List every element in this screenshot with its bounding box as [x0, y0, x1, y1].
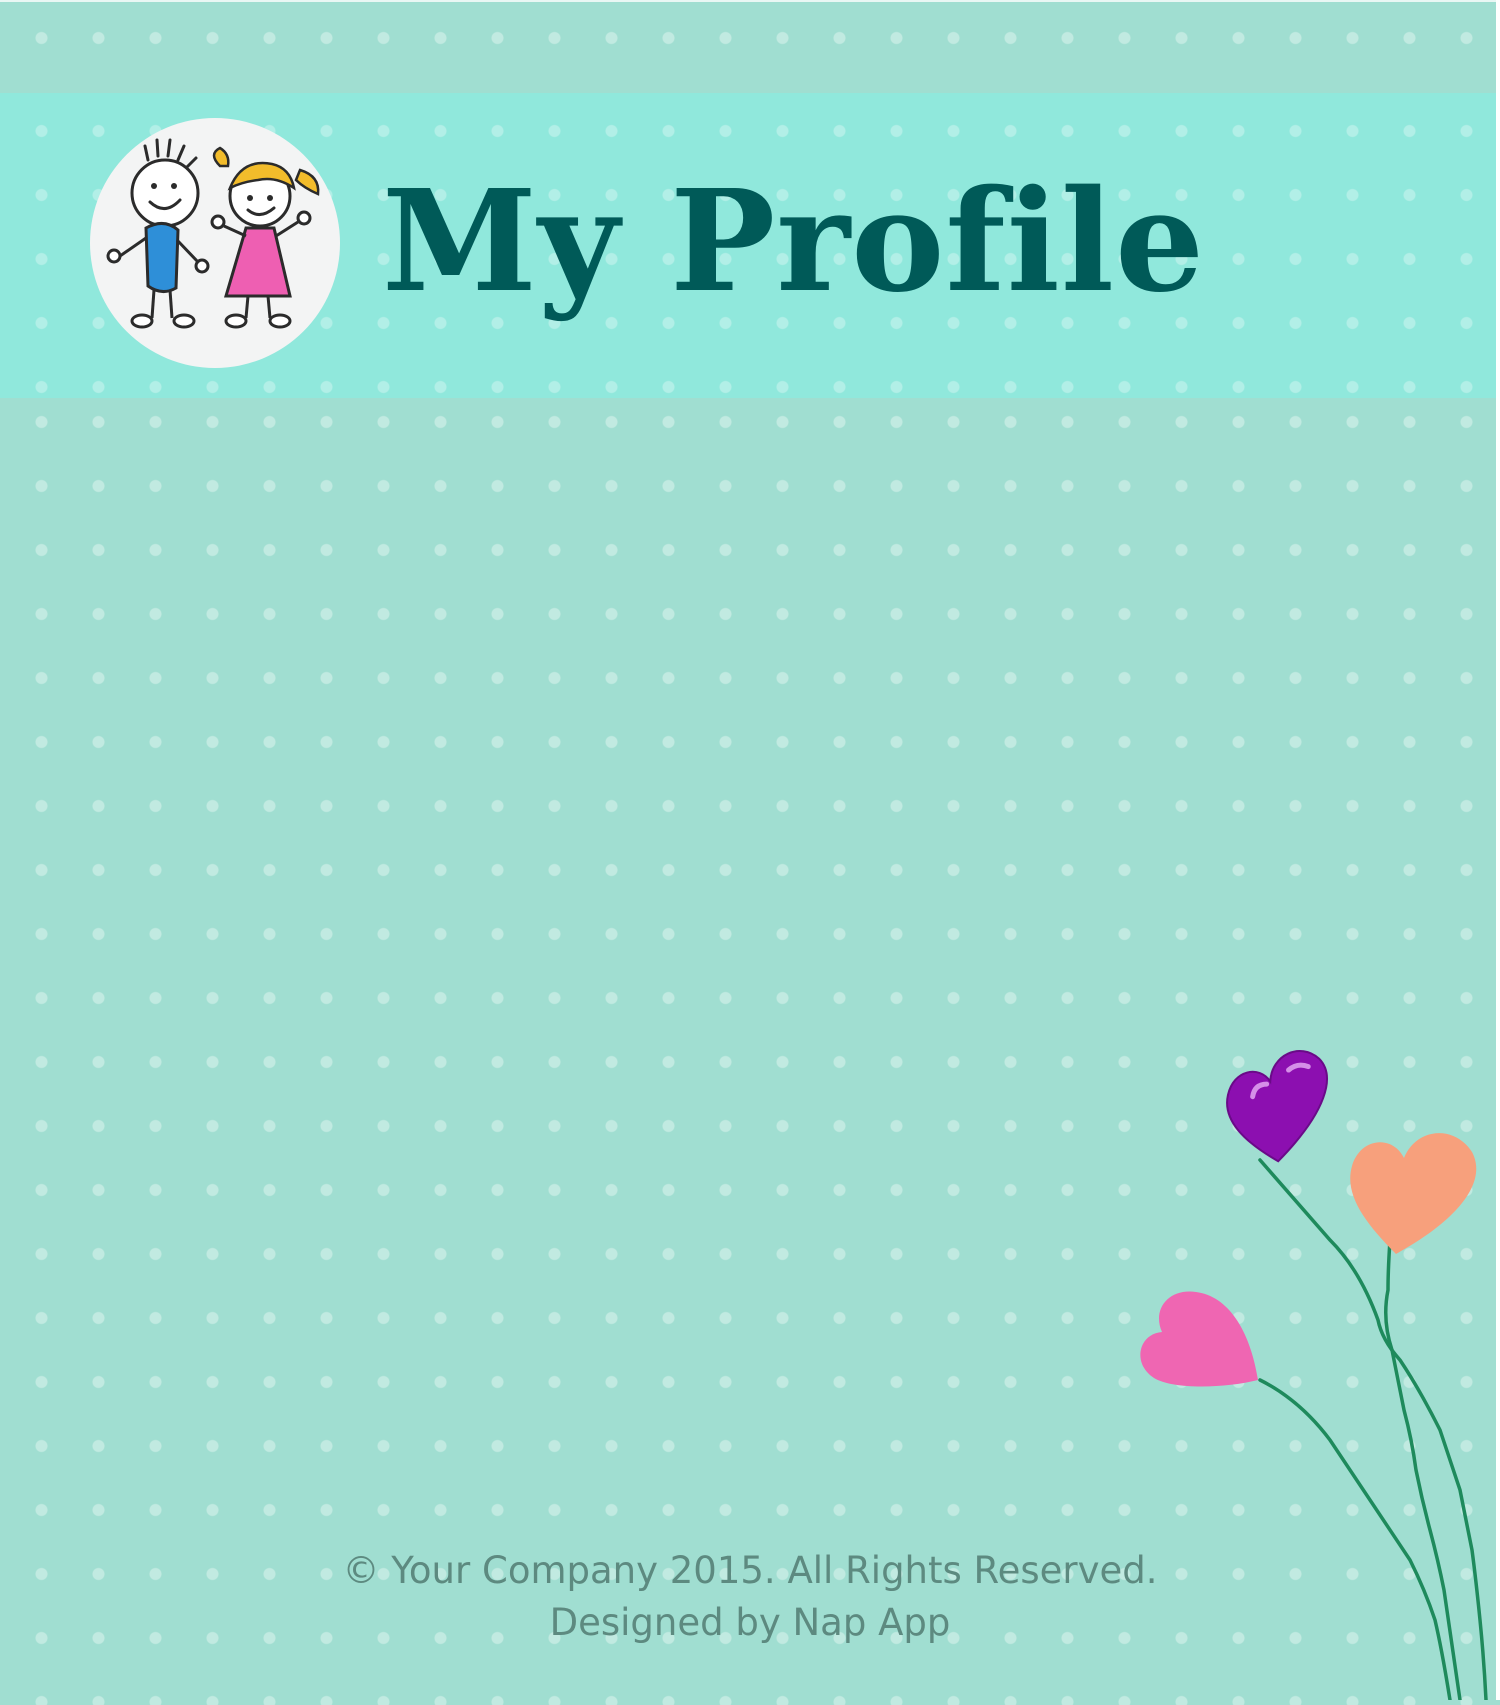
heart-balloons-icon	[1120, 1020, 1500, 1702]
purple-heart-balloon	[1226, 1050, 1328, 1163]
profile-screen: { "header": { "title": "My Profile", "av…	[0, 0, 1500, 1702]
pink-heart-balloon	[1140, 1291, 1258, 1387]
kids-drawing-icon[interactable]	[90, 118, 340, 368]
orange-heart-balloon	[1350, 1133, 1477, 1254]
top-edge	[0, 0, 1500, 2]
page-title: My Profile	[382, 160, 1206, 324]
right-edge	[1496, 0, 1500, 1700]
